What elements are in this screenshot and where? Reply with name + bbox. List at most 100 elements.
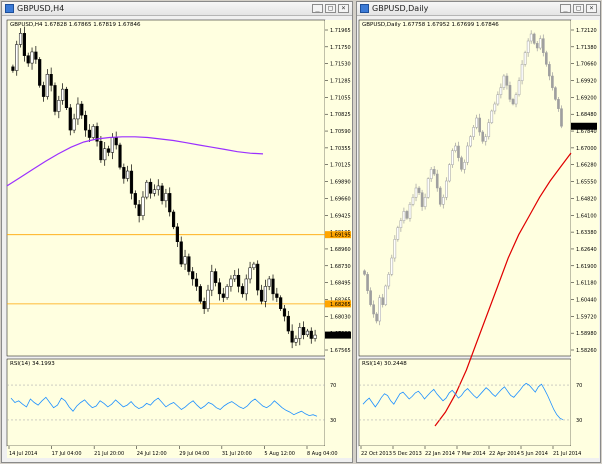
minimize-button[interactable]: _ xyxy=(560,4,571,13)
candle-body xyxy=(49,74,53,86)
candle-body xyxy=(229,278,233,287)
rsi-level-label: 30 xyxy=(576,418,582,424)
candle-body xyxy=(445,180,448,198)
time-tick-label: 5 Dec 2013 xyxy=(393,451,422,457)
candle-body xyxy=(103,148,107,161)
price-tick-label: 1.60440 xyxy=(576,297,597,303)
candle-body xyxy=(106,148,111,153)
rsi-plot-area xyxy=(6,358,326,447)
price-tick-label: 1.70825 xyxy=(330,112,351,118)
candle-body xyxy=(363,270,366,275)
candle-body xyxy=(372,304,375,315)
price-tick-label: 1.61180 xyxy=(576,281,597,287)
candle-body xyxy=(541,38,545,53)
candle-body xyxy=(252,263,256,269)
maximize-button[interactable]: □ xyxy=(573,4,584,13)
candle-body xyxy=(369,290,372,305)
rsi-level-label: 30 xyxy=(330,418,336,424)
chart-window-daily[interactable]: GBPUSD,Daily _ □ × 1.72120 1.71380 1.70660… xyxy=(356,1,601,463)
candle-body xyxy=(41,85,46,97)
window-titlebar[interactable]: GBPUSD,H4 _ □ × xyxy=(2,2,352,16)
candle-body xyxy=(61,88,65,101)
chart-window-icon xyxy=(5,4,14,13)
candle-body xyxy=(64,88,69,109)
price-tick-label: 1.58980 xyxy=(576,331,597,337)
candle-body xyxy=(387,274,391,287)
price-tick-label: 1.69660 xyxy=(330,196,351,202)
candle-body xyxy=(560,108,563,127)
chart-window-icon xyxy=(360,4,369,13)
h4-chart-canvas[interactable]: 1.71965 1.71750 1.71530 1.71285 1.71055 1.708… xyxy=(2,16,352,462)
candle-body xyxy=(87,129,92,138)
price-tick-label: 1.62640 xyxy=(576,247,597,253)
rsi-label: RSI(14) 30.2448 xyxy=(362,361,407,367)
candle-body xyxy=(305,330,310,336)
candle-body xyxy=(420,192,424,207)
daily-chart-canvas[interactable]: 1.72120 1.71380 1.70660 1.69920 1.69200 1.684… xyxy=(357,16,600,462)
candle-body xyxy=(496,94,500,105)
candle-body xyxy=(191,271,195,280)
candle-body xyxy=(34,51,38,60)
candle-body xyxy=(399,220,403,228)
candle-body xyxy=(171,211,176,228)
candle-body xyxy=(313,334,317,339)
main-plot-area xyxy=(358,19,572,357)
price-tick-label: 1.71965 xyxy=(330,28,351,34)
close-button[interactable]: × xyxy=(338,4,349,13)
price-tick-label: 1.68480 xyxy=(576,112,597,118)
candle-body xyxy=(438,187,442,205)
candle-body xyxy=(381,297,385,305)
candle-body xyxy=(145,181,149,198)
candle-body xyxy=(396,227,400,240)
price-tick-label: 1.68730 xyxy=(330,264,351,270)
price-tick-label: 1.70660 xyxy=(576,62,597,68)
close-button[interactable]: × xyxy=(586,4,597,13)
price-tick-label: 1.69890 xyxy=(330,180,351,186)
candle-body xyxy=(481,131,485,142)
price-tick-label: 1.71055 xyxy=(330,95,351,101)
candle-body xyxy=(557,99,560,109)
window-titlebar[interactable]: GBPUSD,Daily _ □ × xyxy=(357,2,600,16)
candle-body xyxy=(68,107,72,131)
candle-body xyxy=(99,141,103,161)
candle-body xyxy=(122,167,126,179)
chart-window-h4[interactable]: GBPUSD,H4 _ □ × 1.71965 1.71750 1.71530 1.7… xyxy=(1,1,353,463)
candle-body xyxy=(460,157,463,170)
candle-body xyxy=(405,211,409,219)
price-tick-label: 1.70355 xyxy=(330,146,351,152)
candle-body xyxy=(15,44,19,71)
candle-body xyxy=(529,33,533,42)
candle-body xyxy=(259,289,264,302)
candle-body xyxy=(551,75,554,88)
rsi-label: RSI(14) 34.1993 xyxy=(10,361,55,367)
candle-body xyxy=(221,293,225,298)
candle-body xyxy=(126,170,130,179)
candle-body xyxy=(179,241,183,265)
minimize-button[interactable]: _ xyxy=(312,4,323,13)
candle-body xyxy=(309,330,313,339)
candle-body xyxy=(411,197,415,205)
level-price-label: 1.69195 xyxy=(330,233,351,239)
chart-info-label: GBPUSD,Daily 1.67758 1.67952 1.67699 1.6… xyxy=(362,22,499,28)
price-tick-label: 1.70125 xyxy=(330,163,351,169)
price-tick-label: 1.71750 xyxy=(330,45,351,51)
candle-body xyxy=(545,52,548,65)
time-tick-label: 29 Jul 04:00 xyxy=(179,451,209,457)
candle-body xyxy=(554,87,557,100)
candle-body xyxy=(414,187,418,198)
candle-body xyxy=(263,286,267,302)
rsi-level-label: 70 xyxy=(330,383,336,389)
maximize-button[interactable]: □ xyxy=(325,4,336,13)
window-title: GBPUSD,H4 xyxy=(17,4,65,13)
candle-body xyxy=(118,144,122,168)
candle-body xyxy=(429,169,433,179)
candle-body xyxy=(53,85,57,112)
candle-body xyxy=(80,103,84,116)
time-tick-label: 21 Jul 20:00 xyxy=(94,451,124,457)
price-tick-label: 1.63380 xyxy=(576,230,597,236)
candle-body xyxy=(202,301,206,309)
candle-body xyxy=(183,256,187,265)
candle-body xyxy=(466,145,469,163)
candle-body xyxy=(194,278,199,287)
candle-body xyxy=(11,66,15,71)
